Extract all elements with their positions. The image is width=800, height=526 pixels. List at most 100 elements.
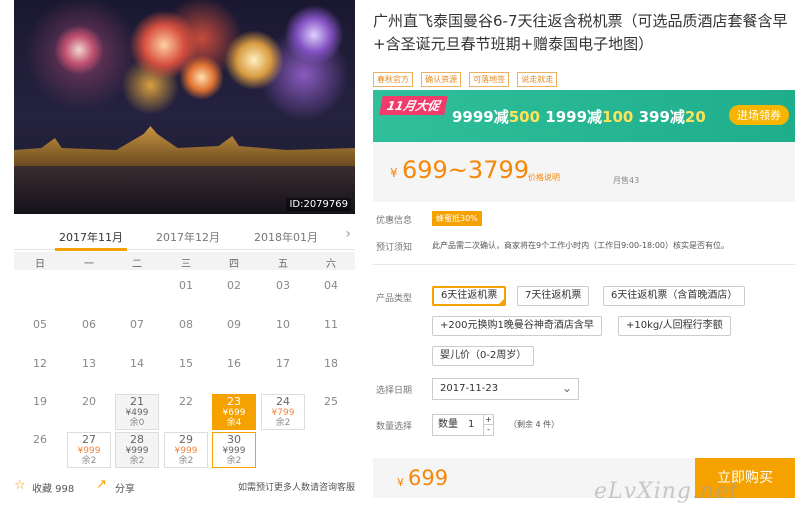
calendar-day-08: 08	[164, 317, 208, 353]
monthly-sales: 月售43	[613, 176, 640, 185]
date-value: 2017-11-23	[440, 383, 499, 394]
notice-text: 此产品需二次确认，商家将在9个工作小时内（工作日9:00-18:00）核实是否有…	[432, 241, 729, 250]
promo-deals: 9999减500 1999减100 399减20	[452, 108, 706, 126]
tab-month-2[interactable]: 2017年12月	[156, 229, 220, 245]
date-select[interactable]: 2017-11-23 ⌄	[432, 378, 579, 400]
calendar-day-28[interactable]: 28 ¥999 余2	[115, 432, 159, 468]
day-number: 18	[324, 357, 338, 370]
promo-banner[interactable]: 11月大促 9999减500 1999减100 399减20 进场领券	[373, 90, 795, 142]
calendar-day-23[interactable]: 23 ¥699 余4	[212, 394, 256, 430]
option-hotel-upgrade[interactable]: +200元换购1晚曼谷神奇酒店含早	[432, 316, 602, 336]
day-number: 16	[227, 357, 241, 370]
total-price: 699	[408, 466, 449, 490]
calendar-day-11: 11	[309, 317, 353, 353]
day-number: 17	[276, 357, 290, 370]
chevron-right-icon[interactable]: ›	[345, 226, 351, 242]
tag: 说走就走	[517, 72, 558, 87]
day-number: 24	[276, 395, 290, 408]
calendar-day-13: 13	[67, 356, 111, 392]
day-number: 02	[227, 279, 241, 292]
decrement-button[interactable]: -	[483, 425, 493, 435]
calendar-day-16: 16	[212, 356, 256, 392]
weekday: 六	[326, 259, 336, 270]
day-price: ¥999	[174, 446, 198, 456]
product-title: 广州直飞泰国曼谷6-7天往返含税机票（可选品质酒店套餐含早+含圣诞元旦春节班期+…	[373, 12, 788, 53]
weekday: 日	[35, 259, 45, 270]
day-number: 13	[82, 357, 96, 370]
day-price: ¥499	[125, 408, 149, 418]
price-range: 699~3799	[402, 156, 529, 184]
calendar-day-01: 01	[164, 278, 208, 314]
option-6day[interactable]: 6天往返机票	[432, 286, 507, 306]
day-number: 25	[324, 395, 338, 408]
remaining-stock: （剩余 4 件）	[509, 420, 560, 429]
day-number: 30	[227, 433, 241, 446]
day-number: 08	[179, 318, 193, 331]
option-7day[interactable]: 7天往返机票	[517, 286, 590, 306]
quantity-value[interactable]: 1	[468, 415, 474, 435]
calendar-day-20: 20	[67, 394, 111, 430]
chevron-down-icon: ⌄	[561, 381, 572, 395]
option-6day-hotel[interactable]: 6天往返机票（含首晚酒店）	[603, 286, 746, 306]
temple-silhouette	[14, 126, 355, 166]
tab-month-3[interactable]: 2018年01月	[254, 229, 318, 245]
share-icon[interactable]: ↗	[96, 477, 107, 492]
quantity-label: 数量选择	[376, 422, 413, 432]
calendar-day-24[interactable]: 24 ¥799 余2	[261, 394, 305, 430]
calendar-day-15: 15	[164, 356, 208, 392]
day-number: 10	[276, 318, 290, 331]
star-icon[interactable]: ☆	[14, 478, 26, 493]
day-stock: 余2	[81, 456, 97, 466]
share-button[interactable]: 分享	[115, 480, 135, 495]
calendar-day-03: 03	[261, 278, 305, 314]
divider	[373, 264, 795, 265]
option-label: 产品类型	[376, 294, 413, 304]
weekday: 三	[181, 259, 191, 270]
day-number: 21	[130, 395, 144, 408]
calendar-day-30[interactable]: 30 ¥999 余2	[212, 432, 256, 468]
currency-symbol: ¥	[390, 166, 398, 180]
calendar-day-02: 02	[212, 278, 256, 314]
day-number: 01	[179, 279, 193, 292]
calendar-day-29[interactable]: 29 ¥999 余2	[164, 432, 208, 468]
day-number: 04	[324, 279, 338, 292]
day-number: 07	[130, 318, 144, 331]
tab-month-1[interactable]: 2017年11月	[55, 229, 127, 251]
day-price: ¥999	[77, 446, 101, 456]
day-number: 09	[227, 318, 241, 331]
discount-badge: 蜂蜜抵30%	[432, 211, 482, 226]
option-luggage[interactable]: +10kg/人回程行李额	[618, 316, 731, 336]
increment-button[interactable]: +	[483, 415, 493, 425]
tag: 春秋官方	[373, 72, 413, 87]
day-price: ¥999	[125, 446, 149, 456]
calendar-day-27[interactable]: 27 ¥999 余2	[67, 432, 111, 468]
weekday: 五	[278, 259, 288, 270]
calendar-day-04: 04	[309, 278, 353, 314]
price-panel: ¥ 699~3799 价格说明 月售43	[373, 142, 795, 202]
price-note-link[interactable]: 价格说明	[528, 172, 560, 183]
image-id: ID:2079769	[286, 198, 351, 211]
calendar-day-05: 05	[18, 317, 62, 353]
currency-symbol: ¥	[397, 476, 404, 489]
favorite-button[interactable]: 收藏 998	[32, 480, 74, 495]
calendar-day-19: 19	[18, 394, 62, 430]
weekday: 二	[132, 259, 142, 270]
calendar-day-06: 06	[67, 317, 111, 353]
day-number: 22	[179, 395, 193, 408]
option-infant[interactable]: 婴儿价（0-2周岁）	[432, 346, 535, 366]
day-stock: 余0	[129, 418, 145, 428]
quantity-stepper[interactable]: 数量 1 + -	[432, 414, 494, 436]
day-price: ¥799	[271, 408, 295, 418]
calendar-month-tabs: 2017年11月 2017年12月 2018年01月 ›	[14, 222, 355, 251]
day-number: 15	[179, 357, 193, 370]
calendar-day-21[interactable]: 21 ¥499 余0	[115, 394, 159, 430]
tag: 可落地签	[469, 72, 510, 87]
discount-label: 优惠信息	[376, 216, 413, 226]
calendar-day-22: 22	[164, 394, 208, 430]
tag: 确认资源	[421, 72, 462, 87]
day-price: ¥699	[222, 408, 246, 418]
watermark: eLvXing.net	[594, 479, 740, 504]
coupon-button[interactable]: 进场领券	[729, 105, 789, 125]
day-number: 23	[227, 395, 241, 408]
day-number: 05	[33, 318, 47, 331]
